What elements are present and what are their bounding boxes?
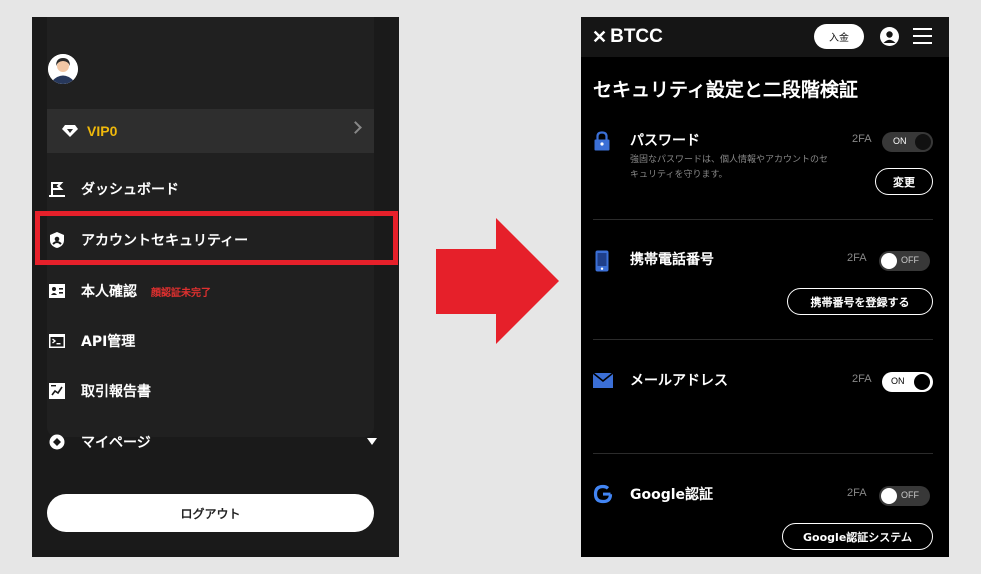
section-divider <box>593 339 933 340</box>
vip-level-label: VIP0 <box>87 123 118 139</box>
toggle-state-label: ON <box>891 376 905 386</box>
password-description: 強固なパスワードは、個人情報やアカウントのセキュリティを守ります。 <box>630 155 829 180</box>
google-authenticator-button[interactable]: Google認証システム <box>782 523 933 550</box>
terminal-icon <box>47 331 67 351</box>
email-2fa-badge: 2FA <box>852 373 872 385</box>
header-bar: ✕ BTCC 入金 <box>581 17 949 57</box>
avatar[interactable] <box>48 54 78 84</box>
diamond-icon <box>62 125 78 137</box>
chevron-right-icon <box>349 121 362 134</box>
toggle-knob <box>881 253 897 269</box>
email-section: メールアドレス 2FA ON <box>593 370 933 450</box>
menu-item-dashboard[interactable]: ダッシュボード <box>47 169 374 209</box>
toggle-knob <box>915 134 931 150</box>
password-2fa-badge: 2FA <box>852 133 872 145</box>
id-card-icon <box>47 281 67 301</box>
lock-icon <box>594 131 610 151</box>
btcc-logo-mark-icon: ✕ <box>592 26 608 47</box>
toggle-knob <box>914 374 930 390</box>
logout-button[interactable]: ログアウト <box>47 494 374 532</box>
page-title: セキュリティ設定と二段階検証 <box>593 79 858 101</box>
menu-item-label: 取引報告書 <box>81 384 151 400</box>
section-divider <box>593 453 933 454</box>
toggle-state-label: OFF <box>901 490 919 500</box>
change-password-button[interactable]: 変更 <box>875 168 933 195</box>
logo-text: BTCC <box>610 26 663 47</box>
account-menu-panel: VIP0 ダッシュボード アカウントセキュリティー 本人確認 顔認証未完了 AP… <box>32 17 399 557</box>
user-avatar-icon <box>48 54 78 84</box>
account-security-highlight-box <box>35 211 398 265</box>
menu-item-label: 本人確認 <box>81 284 137 300</box>
email-2fa-toggle[interactable]: ON <box>882 372 933 392</box>
arrow-right-icon <box>436 218 559 344</box>
section-divider <box>593 219 933 220</box>
google-icon <box>593 484 613 504</box>
toggle-state-label: OFF <box>901 255 919 265</box>
password-section: パスワード 2FA ON 強固なパスワードは、個人情報やアカウントのセキュリティ… <box>593 130 933 210</box>
menu-item-label: ダッシュボード <box>81 182 179 198</box>
hamburger-menu-icon[interactable] <box>913 28 932 45</box>
email-title: メールアドレス <box>630 373 728 389</box>
deposit-button[interactable]: 入金 <box>814 24 864 49</box>
vip-level-row[interactable]: VIP0 <box>47 109 374 153</box>
phone-2fa-badge: 2FA <box>847 252 867 264</box>
register-phone-button[interactable]: 携帯番号を登録する <box>787 288 933 315</box>
dashboard-icon <box>47 179 67 199</box>
mobile-phone-icon <box>595 250 609 272</box>
menu-item-api-management[interactable]: API管理 <box>47 321 374 361</box>
google-auth-title: Google認証 <box>630 487 714 503</box>
toggle-state-label: ON <box>893 136 907 146</box>
password-2fa-toggle[interactable]: ON <box>882 132 933 152</box>
menu-item-trading-report[interactable]: 取引報告書 <box>47 371 374 411</box>
phone-title: 携帯電話番号 <box>630 252 714 268</box>
security-settings-panel: ✕ BTCC 入金 セキュリティ設定と二段階検証 パスワード 2FA ON 強固… <box>581 17 949 557</box>
phone-2fa-toggle[interactable]: OFF <box>879 251 930 271</box>
report-icon <box>47 381 67 401</box>
user-account-icon[interactable] <box>880 27 899 46</box>
google-2fa-badge: 2FA <box>847 487 867 499</box>
my-page-label: マイページ <box>81 435 151 451</box>
toggle-knob <box>881 488 897 504</box>
my-page-icon <box>47 432 67 452</box>
envelope-icon <box>593 373 613 388</box>
menu-item-label: API管理 <box>81 334 136 350</box>
dropdown-triangle-icon <box>367 438 377 445</box>
google-auth-section: Google認証 2FA OFF Google認証システム <box>593 484 933 554</box>
password-title: パスワード <box>630 133 700 149</box>
google-2fa-toggle[interactable]: OFF <box>879 486 930 506</box>
menu-item-identity-verification[interactable]: 本人確認 顔認証未完了 <box>47 271 374 311</box>
phone-section: 携帯電話番号 2FA OFF 携帯番号を登録する <box>593 249 933 329</box>
face-verification-warning: 顔認証未完了 <box>151 287 211 299</box>
btcc-logo[interactable]: ✕ BTCC <box>592 26 663 48</box>
my-page-toggle[interactable]: マイページ <box>47 422 377 462</box>
